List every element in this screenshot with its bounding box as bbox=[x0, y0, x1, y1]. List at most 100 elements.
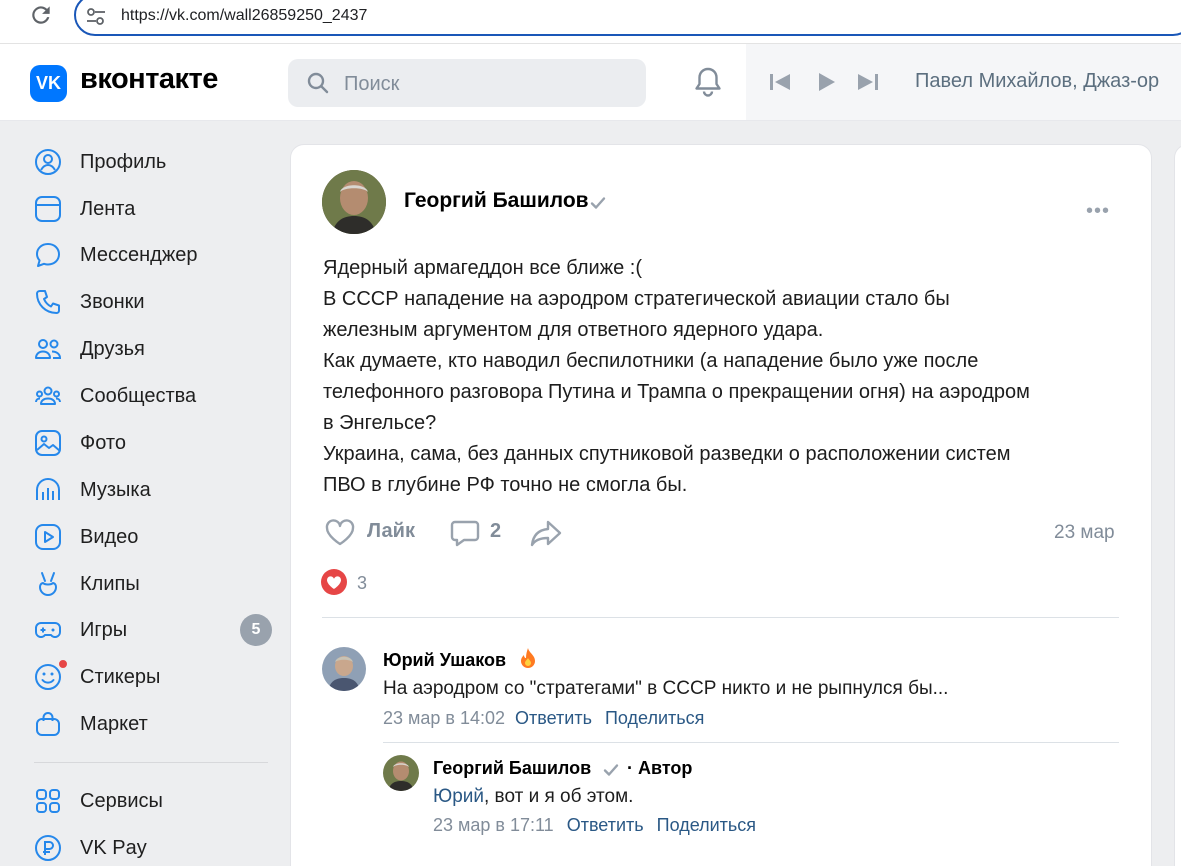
share-link[interactable]: Поделиться bbox=[605, 708, 704, 728]
profile-icon bbox=[35, 149, 61, 175]
share-link[interactable]: Поделиться bbox=[657, 815, 756, 835]
address-bar[interactable]: https://vk.com/wall26859250_2437 bbox=[74, 0, 1181, 36]
post-text-line: В СССР нападение на аэродром стратегичес… bbox=[323, 288, 950, 310]
video-icon bbox=[35, 524, 61, 550]
reply-author-portrait bbox=[383, 755, 419, 791]
sidebar-item-label: Фото bbox=[80, 432, 126, 454]
brand-name[interactable]: вконтакте bbox=[80, 63, 218, 96]
sidebar-item-profile[interactable]: Профиль bbox=[34, 146, 274, 178]
search-input[interactable]: Поиск bbox=[288, 59, 646, 107]
sidebar-item-label: Видео bbox=[80, 526, 139, 548]
comment-button[interactable]: 2 bbox=[450, 515, 510, 551]
sidebar-item-video[interactable]: Видео bbox=[34, 521, 274, 553]
commenter-portrait bbox=[322, 647, 366, 691]
previous-track-icon[interactable] bbox=[766, 68, 794, 96]
vkpay-icon bbox=[35, 835, 61, 861]
music-icon bbox=[36, 478, 60, 500]
photo-icon bbox=[35, 430, 61, 456]
post-card: Георгий Башилов ••• Ядерный армагеддон в… bbox=[290, 144, 1152, 866]
sidebar-item-friends[interactable]: Друзья bbox=[34, 333, 274, 365]
url-text[interactable]: https://vk.com/wall26859250_2437 bbox=[121, 7, 367, 25]
sidebar-item-games[interactable]: Игры 5 bbox=[34, 614, 274, 646]
sidebar-item-communities[interactable]: Сообщества bbox=[34, 380, 274, 412]
notification-dot bbox=[58, 659, 68, 669]
clips-icon bbox=[39, 572, 57, 596]
sidebar-item-label: Лента bbox=[80, 198, 136, 220]
sidebar-item-calls[interactable]: Звонки bbox=[34, 286, 274, 318]
games-count-badge: 5 bbox=[240, 614, 272, 646]
post-text: Ядерный армагеддон все ближе :( В СССР н… bbox=[323, 253, 1123, 501]
comment-icon bbox=[450, 520, 480, 547]
site-settings-icon[interactable] bbox=[86, 8, 106, 26]
sidebar-item-messenger[interactable]: Мессенджер bbox=[34, 239, 274, 271]
search-placeholder: Поиск bbox=[344, 73, 400, 95]
comments-count: 2 bbox=[490, 520, 502, 542]
sidebar-item-label: Игры bbox=[80, 619, 128, 641]
reply-text: Юрий, вот и я об этом. bbox=[433, 786, 633, 808]
friends-icon bbox=[35, 339, 62, 359]
sidebar-item-label: Клипы bbox=[80, 573, 140, 595]
vk-logo-icon[interactable]: VK bbox=[30, 65, 67, 102]
notifications-bell-icon[interactable] bbox=[690, 64, 726, 100]
sidebar-item-services[interactable]: Сервисы bbox=[34, 785, 274, 817]
sidebar-divider bbox=[34, 762, 268, 763]
browser-toolbar: › https://vk.com/wall26859250_2437 bbox=[0, 0, 1181, 44]
like-button[interactable]: Лайк bbox=[324, 515, 424, 551]
post-text-line: Украина, сама, без данных спутниковой ра… bbox=[323, 443, 1011, 465]
post-text-line: Как думаете, кто наводил беспилотники (а… bbox=[323, 350, 979, 372]
reply-author-name[interactable]: Георгий Башилов bbox=[433, 758, 591, 779]
commenter-avatar[interactable] bbox=[322, 647, 366, 691]
play-icon[interactable] bbox=[812, 68, 840, 96]
sidebar-item-label: Профиль bbox=[80, 151, 167, 173]
messenger-icon bbox=[36, 243, 60, 267]
sidebar-item-feed[interactable]: Лента bbox=[34, 193, 274, 225]
mention-link[interactable]: Юрий bbox=[433, 786, 484, 807]
heart-outline-icon bbox=[325, 519, 355, 546]
site-header: VK вконтакте Поиск Павел Михайлов, Джаз-… bbox=[0, 44, 1181, 121]
post-date[interactable]: 23 мар bbox=[1054, 522, 1115, 544]
reactions-count[interactable]: 3 bbox=[357, 573, 367, 594]
audio-player: Павел Михайлов, Джаз-ор bbox=[746, 44, 1181, 120]
stickers-icon bbox=[35, 664, 61, 690]
sidebar-item-label: Мессенджер bbox=[80, 244, 198, 266]
reply-date[interactable]: 23 мар в 17:11 bbox=[433, 815, 554, 835]
current-track[interactable]: Павел Михайлов, Джаз-ор bbox=[915, 70, 1159, 93]
comment-text: На аэродром со "стратегами" в СССР никто… bbox=[383, 678, 949, 699]
comment-meta: 23 мар в 14:02 Ответить Поделиться bbox=[383, 708, 704, 729]
right-column-card bbox=[1174, 144, 1181, 866]
fire-icon bbox=[521, 648, 535, 668]
reply-link[interactable]: Ответить bbox=[567, 815, 644, 835]
sidebar-item-music[interactable]: Музыка bbox=[34, 474, 274, 506]
reply-text-body: , вот и я об этом. bbox=[484, 786, 634, 807]
verified-check-icon bbox=[590, 197, 606, 209]
left-sidebar: Профиль Лента Мессенджер Звонки Друзья С… bbox=[0, 121, 290, 866]
sidebar-item-stickers[interactable]: Стикеры bbox=[34, 659, 274, 693]
post-author-name[interactable]: Георгий Башилов bbox=[404, 189, 589, 213]
comment-author-name[interactable]: Юрий Ушаков bbox=[383, 650, 506, 671]
sidebar-item-market[interactable]: Маркет bbox=[34, 708, 274, 740]
more-options-icon[interactable]: ••• bbox=[1086, 200, 1110, 223]
verified-check-icon bbox=[603, 764, 619, 776]
communities-icon bbox=[35, 386, 61, 405]
reload-icon[interactable] bbox=[28, 2, 54, 28]
post-text-line: в Энгельсе? bbox=[323, 412, 437, 434]
sidebar-item-photo[interactable]: Фото bbox=[34, 427, 274, 459]
sidebar-item-label: Стикеры bbox=[80, 666, 161, 688]
sidebar-item-clips[interactable]: Клипы bbox=[34, 568, 274, 600]
post-text-line: телефонного разговора Путина и Трампа о … bbox=[323, 381, 1030, 403]
like-label: Лайк bbox=[367, 520, 415, 542]
comments-divider bbox=[322, 617, 1119, 618]
author-portrait bbox=[322, 170, 386, 234]
sidebar-item-vkpay[interactable]: VK Pay bbox=[34, 832, 274, 864]
next-track-icon[interactable] bbox=[854, 68, 882, 96]
search-icon bbox=[307, 72, 329, 94]
sidebar-item-label: Сообщества bbox=[80, 385, 197, 407]
share-button[interactable] bbox=[529, 515, 565, 551]
phone-icon bbox=[36, 290, 60, 314]
comment-date[interactable]: 23 мар в 14:02 bbox=[383, 708, 505, 728]
reply-author-avatar[interactable] bbox=[383, 755, 419, 791]
reply-link[interactable]: Ответить bbox=[515, 708, 592, 728]
feed-icon bbox=[35, 196, 61, 222]
reaction-heart-icon[interactable] bbox=[321, 569, 347, 595]
author-avatar[interactable] bbox=[322, 170, 386, 234]
